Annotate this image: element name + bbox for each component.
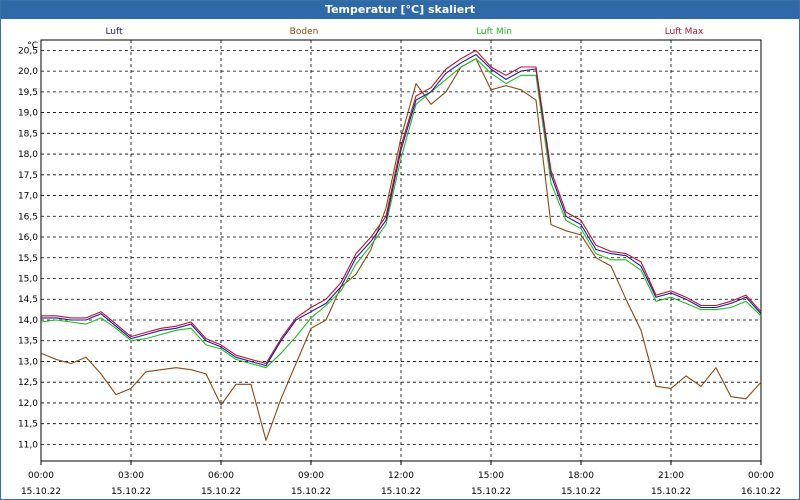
legend-boden: Boden xyxy=(290,27,319,37)
x-tick-date: 15.10.22 xyxy=(291,487,331,497)
y-tick-label: 14,0 xyxy=(18,316,38,326)
y-tick-label: 12,5 xyxy=(18,378,38,388)
y-tick-label: 19,0 xyxy=(18,109,38,119)
y-tick-label: 16,0 xyxy=(18,233,38,243)
y-tick-label: 18,5 xyxy=(18,129,38,139)
legend-luft: Luft xyxy=(105,27,123,37)
y-tick-label: 19,5 xyxy=(18,88,38,98)
x-tick-time: 09:00 xyxy=(298,471,324,481)
x-tick-time: 21:00 xyxy=(658,471,684,481)
y-tick-label: 11,5 xyxy=(18,420,38,430)
legend-luft-min: Luft Min xyxy=(476,27,512,37)
x-tick-date: 16.10.22 xyxy=(741,487,781,497)
x-tick-time: 12:00 xyxy=(388,471,414,481)
x-tick-date: 15.10.22 xyxy=(201,487,241,497)
y-tick-label: 13,0 xyxy=(18,357,38,367)
y-tick-label: 20,0 xyxy=(18,67,38,77)
x-tick-time: 00:00 xyxy=(28,471,54,481)
legend-luft-max: Luft Max xyxy=(665,27,704,37)
y-tick-label: 15,0 xyxy=(18,274,38,284)
x-tick-date: 15.10.22 xyxy=(111,487,151,497)
temperature-chart: 11,0 11,5 12,0 12,5 13,0 13,5 14,0 14,5 15,0 15,5… xyxy=(18,27,781,497)
x-tick-time: 03:00 xyxy=(118,471,144,481)
x-tick-time: 00:00 xyxy=(748,471,774,481)
x-tick-time: 06:00 xyxy=(208,471,234,481)
y-tick-label: 14,5 xyxy=(18,295,38,305)
series-line-luft-min xyxy=(40,58,762,369)
y-tick-label: 17,0 xyxy=(18,192,38,202)
y-tick-label: 11,0 xyxy=(18,440,38,450)
x-tick-time: 18:00 xyxy=(568,471,594,481)
x-tick-date: 15.10.22 xyxy=(21,487,61,497)
x-tick-time: 15:00 xyxy=(478,471,504,481)
x-tick-date: 15.10.22 xyxy=(471,487,511,497)
y-tick-label: 15,5 xyxy=(18,254,38,264)
y-axis-unit: °C xyxy=(27,41,38,51)
x-tick-date: 15.10.22 xyxy=(651,487,691,497)
y-tick-label: 13,5 xyxy=(18,337,38,347)
y-tick-label: 17,5 xyxy=(18,171,38,181)
x-tick-date: 15.10.22 xyxy=(561,487,601,497)
y-tick-label: 12,0 xyxy=(18,399,38,409)
y-tick-label: 16,5 xyxy=(18,212,38,222)
x-tick-date: 15.10.22 xyxy=(381,487,421,497)
chart-window: Temperatur [°C] skaliert 11,0 11,5 12,0 12,… xyxy=(0,0,800,500)
y-tick-label: 18,0 xyxy=(18,150,38,160)
